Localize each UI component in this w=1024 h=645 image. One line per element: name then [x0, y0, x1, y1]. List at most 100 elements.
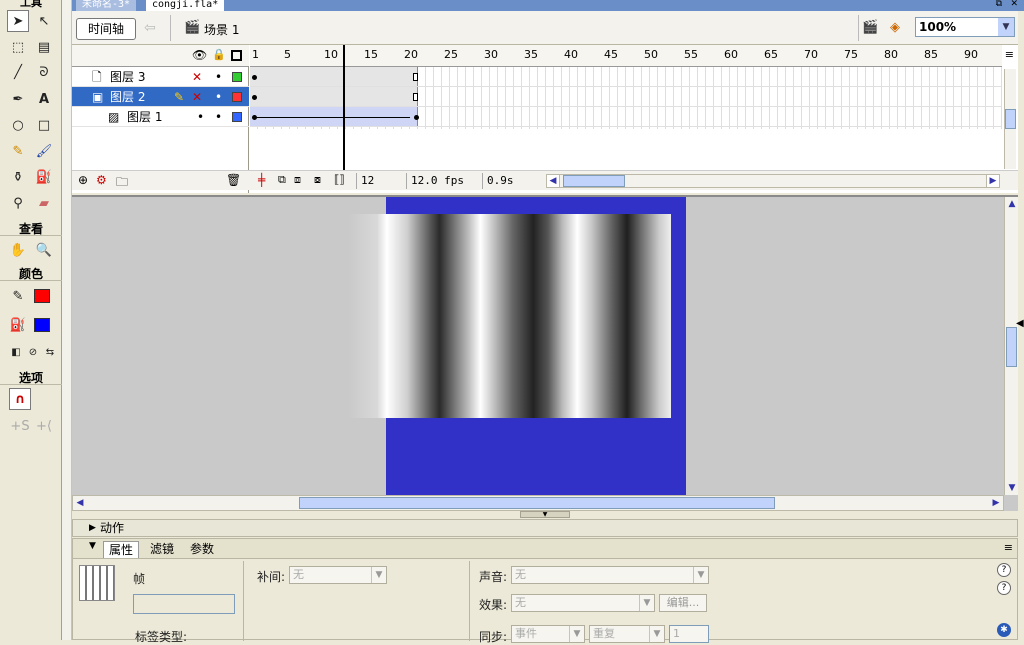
frame-ruler[interactable]: 1 5 10 15 20 25 30 35 40 45 50 55 60 65 70 75 80 85 90 — [250, 45, 1002, 67]
smooth-icon[interactable]: +S — [9, 415, 31, 437]
tab-filters[interactable]: 滤镜 — [145, 541, 179, 558]
close-window-icon[interactable]: ✕ — [1010, 0, 1018, 9]
doc-tab-untitled[interactable]: 未命名-3* — [76, 0, 137, 11]
brush-tool-icon[interactable]: 🖌 — [33, 140, 55, 162]
layer-lock-dot[interactable]: • — [215, 107, 222, 127]
timeline-toggle-button[interactable]: 时间轴 — [76, 18, 136, 40]
layer-lock-dot[interactable]: • — [215, 87, 222, 107]
help-icon[interactable]: ? — [997, 563, 1011, 577]
layer-visible-dot[interactable]: • — [197, 107, 204, 127]
stage-scroll-left-arrow-icon[interactable]: ◀ — [73, 496, 87, 510]
center-frame-icon[interactable]: ╪ — [258, 173, 265, 187]
outline-toggle-icon[interactable] — [231, 50, 242, 61]
rectangle-tool-icon[interactable]: □ — [33, 114, 55, 136]
panel-collapse-handle[interactable]: ▼ — [520, 511, 570, 518]
line-tool-icon[interactable]: ╱ — [7, 61, 29, 83]
free-transform-tool-icon[interactable]: ⬚ — [7, 36, 29, 58]
eyedropper-tool-icon[interactable]: ⚲ — [7, 192, 29, 214]
subselection-tool-icon[interactable]: ↖ — [33, 10, 55, 32]
insert-layer-icon[interactable]: ⊕ — [78, 173, 88, 187]
edit-envelope-button[interactable]: 编辑... — [659, 594, 707, 612]
doc-tab-congji[interactable]: congji.fla* — [146, 0, 225, 11]
hand-tool-icon[interactable]: ✋ — [7, 239, 29, 261]
eraser-tool-icon[interactable]: ▰ — [33, 192, 55, 214]
paint-bucket-tool-icon[interactable]: ⛽ — [33, 166, 55, 188]
sound-select[interactable]: 无 ▼ — [511, 566, 709, 584]
edit-scene-icon[interactable]: 🎬 — [862, 20, 878, 35]
insert-folder-icon[interactable]: 🗀 — [116, 173, 128, 194]
stage-scroll-right-arrow-icon[interactable]: ▶ — [989, 496, 1003, 510]
scroll-left-arrow-icon[interactable]: ◀ — [546, 174, 560, 188]
tab-properties[interactable]: 属性 — [103, 541, 140, 558]
zoom-tool-icon[interactable]: 🔍 — [33, 239, 55, 261]
repeat-select[interactable]: 重复 ▼ — [589, 625, 665, 643]
pen-tool-icon[interactable]: ✒ — [7, 88, 29, 110]
accessibility-person-icon[interactable]: ✱ — [997, 623, 1011, 637]
add-motion-guide-icon[interactable]: ⚙ — [96, 173, 107, 187]
dropdown-arrow-icon[interactable]: ▼ — [693, 567, 708, 583]
tab-parameters[interactable]: 参数 — [185, 541, 219, 558]
pencil-tool-icon[interactable]: ✎ — [7, 140, 29, 162]
edit-multiple-frames-icon[interactable]: ⧇ — [314, 173, 321, 187]
snap-magnet-icon[interactable]: ∩ — [9, 388, 31, 410]
playhead[interactable] — [343, 45, 345, 170]
tween-select[interactable]: 无 ▼ — [289, 566, 387, 584]
delete-layer-trash-icon[interactable]: 🗑 — [226, 173, 241, 187]
layer-color-swatch[interactable] — [232, 112, 242, 122]
effect-select[interactable]: 无 ▼ — [511, 594, 655, 612]
side-panel-collapse-icon[interactable]: ◀ — [1016, 318, 1024, 336]
actions-panel-bar[interactable]: ▶ 动作 — [72, 519, 1018, 537]
edit-symbols-icon[interactable]: ◈ — [890, 20, 900, 35]
show-hide-eye-icon[interactable]: 👁 — [192, 48, 207, 62]
stage-workspace[interactable]: ▲ ▼ ◀ ▶ — [72, 195, 1018, 511]
zoom-select[interactable]: 100% ▼ — [915, 17, 1015, 37]
dropdown-arrow-icon[interactable]: ▼ — [371, 567, 386, 583]
stage-horizontal-scrollbar[interactable]: ◀ ▶ — [72, 495, 1004, 511]
frame-name-input[interactable] — [133, 594, 235, 614]
collapse-triangle-icon[interactable]: ▼ — [89, 541, 96, 551]
scroll-up-arrow-icon[interactable]: ▲ — [1005, 197, 1019, 211]
accessibility-icon[interactable]: ? — [997, 581, 1011, 595]
timeline-vscroll-thumb[interactable] — [1005, 109, 1016, 129]
onion-outlines-icon[interactable]: ⧈ — [294, 173, 301, 187]
modify-onion-markers-icon[interactable]: ⟦⟧ — [334, 173, 345, 186]
fill-color-swatch[interactable] — [34, 318, 50, 332]
sync-select[interactable]: 事件 ▼ — [511, 625, 585, 643]
ink-bottle-tool-icon[interactable]: ⚱ — [7, 166, 29, 188]
properties-menu-icon[interactable]: ≡ — [1004, 541, 1013, 554]
timeline-hscroll-thumb[interactable] — [563, 175, 625, 187]
layer-color-swatch[interactable] — [232, 92, 242, 102]
layer-hidden-x-icon[interactable]: ✕ — [192, 87, 202, 107]
timeline-menu-icon[interactable]: ≡ — [1005, 48, 1014, 61]
gradient-transform-tool-icon[interactable]: ▤ — [33, 36, 55, 58]
restore-window-icon[interactable]: ⧉ — [996, 0, 1002, 9]
stage-hscroll-thumb[interactable] — [299, 497, 775, 509]
layer-row-3[interactable]: 🗋 图层 3 ✕ • — [72, 67, 249, 87]
onion-skin-icon[interactable]: ⧉ — [278, 173, 286, 187]
frame-grid[interactable] — [250, 67, 1002, 129]
stage-vertical-scrollbar[interactable]: ▲ ▼ — [1004, 197, 1018, 495]
selection-tool-icon[interactable]: ➤ — [7, 10, 29, 32]
layer-color-swatch[interactable] — [232, 72, 242, 82]
layer-row-1[interactable]: ▨ 图层 1 • • — [72, 107, 249, 127]
lasso-tool-icon[interactable]: ᘐ — [33, 61, 55, 83]
stroke-color-swatch[interactable] — [34, 289, 50, 303]
oval-tool-icon[interactable]: ○ — [7, 114, 29, 136]
gradient-rectangle[interactable] — [378, 214, 671, 418]
expand-triangle-icon[interactable]: ▶ — [89, 520, 96, 536]
dropdown-arrow-icon[interactable]: ▼ — [639, 595, 654, 611]
back-arrow-icon[interactable]: ⇦ — [144, 20, 156, 36]
layer-hidden-x-icon[interactable]: ✕ — [192, 67, 202, 87]
timeline-horizontal-scrollbar[interactable]: ◀ ▶ — [546, 174, 1000, 188]
playhead-handle[interactable] — [336, 45, 352, 61]
scroll-right-arrow-icon[interactable]: ▶ — [986, 174, 1000, 188]
zoom-dropdown-arrow-icon[interactable]: ▼ — [998, 18, 1014, 36]
layer-lock-dot[interactable]: • — [215, 67, 222, 87]
straighten-icon[interactable]: +⟨ — [33, 415, 55, 437]
timeline-vertical-scrollbar[interactable] — [1004, 69, 1016, 169]
swap-colors-icon[interactable]: ⇆ — [39, 341, 61, 363]
text-tool-icon[interactable]: A — [33, 88, 55, 110]
scroll-down-arrow-icon[interactable]: ▼ — [1005, 481, 1019, 495]
repeat-count-input[interactable]: 1 — [669, 625, 709, 643]
lock-icon[interactable]: 🔒 — [212, 48, 226, 61]
